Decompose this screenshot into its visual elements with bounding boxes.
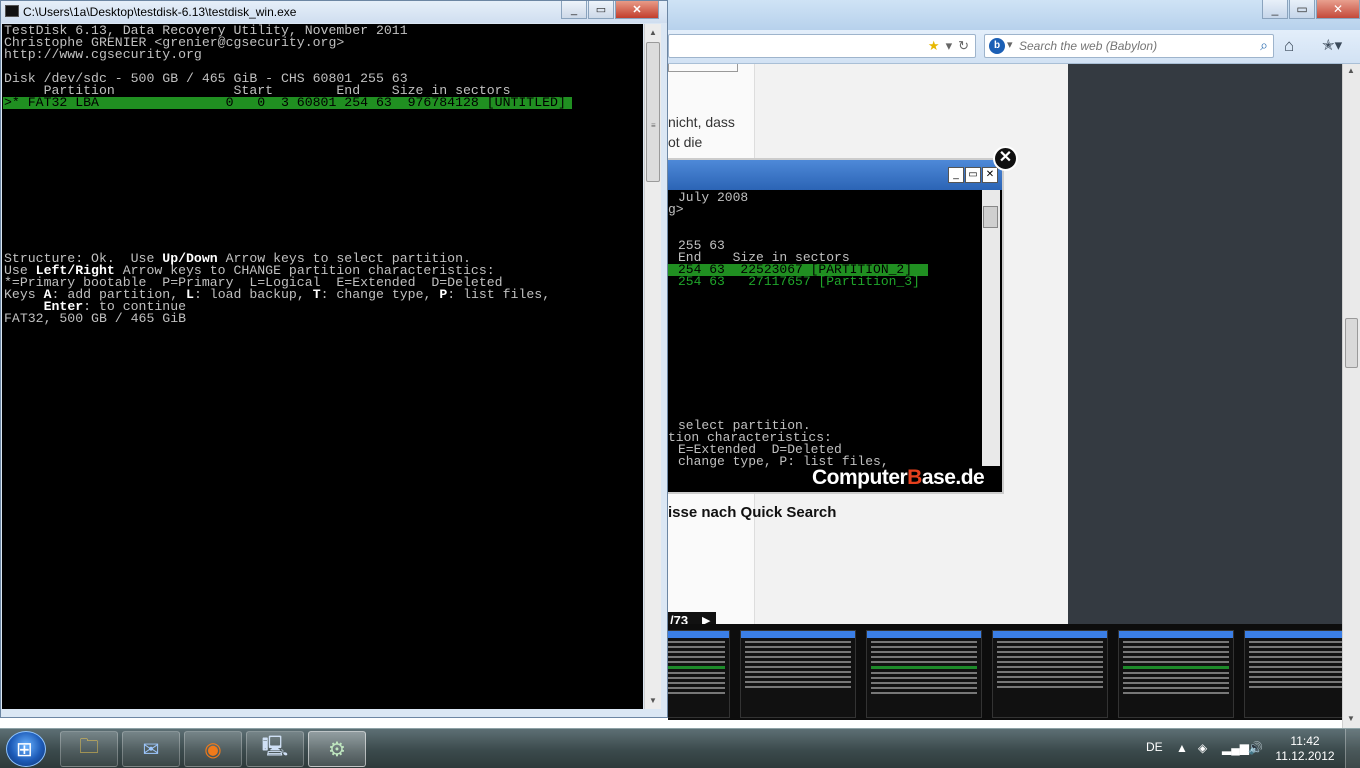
scrollbar-thumb[interactable] — [1345, 318, 1358, 368]
console-scrollbar[interactable]: ▲ ≡ ▼ — [644, 24, 661, 709]
image-text-line: g> — [668, 202, 684, 217]
minimize-button[interactable]: _ — [561, 1, 587, 19]
show-hidden-icons-icon[interactable]: ▲ — [1176, 741, 1188, 755]
minimize-icon: _ — [948, 167, 964, 183]
taskbar-explorer-button[interactable]: 🗀 — [60, 731, 118, 767]
volume-icon[interactable]: 🔊 — [1248, 741, 1263, 755]
url-bar[interactable]: ★ ▾ ↻ — [668, 34, 976, 58]
window-title: C:\Users\1a\Desktop\testdisk-6.13\testdi… — [23, 5, 297, 19]
image-text-line: July 2008 — [678, 190, 749, 205]
gallery-thumbnail[interactable] — [1118, 630, 1234, 718]
image-scrollbar — [982, 190, 1000, 466]
gallery-thumbnail[interactable] — [740, 630, 856, 718]
close-overlay-icon[interactable]: ✕ — [993, 146, 1018, 171]
scroll-up-arrow-icon[interactable]: ▲ — [1347, 66, 1355, 75]
taskbar-network-app-button[interactable]: 🖳 — [246, 731, 304, 767]
page-right-column — [1068, 64, 1342, 624]
reload-icon[interactable]: ↻ — [958, 38, 969, 54]
console-line: http://www.cgsecurity.org — [4, 47, 202, 62]
home-icon[interactable]: ⌂ — [1284, 36, 1294, 56]
thumbnail-strip — [668, 624, 1342, 720]
taskbar: 🗀 ✉ ◉ 🖳 ⚙ DE ▲ ◈ ▂▄▆ 🔊 11:4211.12.2012 — [0, 728, 1360, 768]
search-engine-icon[interactable]: b — [989, 38, 1005, 54]
image-text-line: 254 63 27117657 [Partition_3] — [678, 274, 920, 289]
clock[interactable]: 11:42 11.12.2012 — [1274, 734, 1336, 764]
partition-summary: FAT32, 500 GB / 465 GiB — [4, 311, 187, 326]
search-icon[interactable]: ⌕ — [1260, 37, 1268, 54]
page-text-fragment: ot die — [668, 134, 703, 150]
maximize-button[interactable]: ▭ — [1289, 0, 1315, 19]
page-box-fragment — [668, 64, 738, 72]
firefox-icon: ◉ — [204, 738, 222, 761]
gallery-thumbnail[interactable] — [1244, 630, 1342, 718]
console-window-controls: _ ▭ ✕ — [560, 1, 659, 19]
gallery-thumbnail[interactable] — [668, 630, 730, 718]
taskbar-firefox-button[interactable]: ◉ — [184, 731, 242, 767]
page-text-fragment: nicht, dass — [668, 114, 735, 130]
testdisk-icon: ⚙ — [328, 738, 346, 761]
explorer-icon: 🗀 — [79, 736, 99, 758]
minimize-button[interactable]: _ — [1262, 0, 1288, 19]
console-titlebar[interactable]: C:\Users\1a\Desktop\testdisk-6.13\testdi… — [1, 1, 667, 23]
taskbar-thunderbird-button[interactable]: ✉ — [122, 731, 180, 767]
gallery-thumbnail[interactable] — [866, 630, 982, 718]
firefox-window-controls: _ ▭ ✕ — [1261, 0, 1360, 19]
close-button[interactable]: ✕ — [1316, 0, 1360, 19]
taskbar-testdisk-button[interactable]: ⚙ — [308, 731, 366, 767]
console-app-icon[interactable] — [5, 5, 19, 17]
history-dropdown-icon[interactable]: ▾ — [946, 38, 953, 54]
search-bar[interactable]: b ▾ ⌕ — [984, 34, 1274, 58]
gallery-thumbnail[interactable] — [992, 630, 1108, 718]
search-input[interactable] — [1019, 37, 1239, 55]
computerbase-logo: ComputerBase.de — [812, 466, 985, 489]
scrollbar-thumb[interactable]: ≡ — [646, 42, 660, 182]
gallery-image-titlebar: _ ▭ ✕ — [668, 160, 1002, 190]
close-button[interactable]: ✕ — [615, 1, 659, 19]
gallery-image-console: July 2008 g> 255 63 End Size in sectors … — [668, 190, 1002, 494]
console-output[interactable]: TestDisk 6.13, Data Recovery Utility, No… — [2, 24, 643, 709]
chevron-down-icon[interactable]: ▾ — [1007, 38, 1013, 51]
network-app-icon: 🖳 — [261, 736, 289, 758]
testdisk-console-window: C:\Users\1a\Desktop\testdisk-6.13\testdi… — [0, 0, 668, 718]
gallery-image: _ ▭ ✕ July 2008 g> 255 63 End Size in se… — [668, 158, 1004, 494]
thunderbird-icon: ✉ — [142, 738, 160, 761]
language-indicator[interactable]: DE — [1146, 740, 1163, 754]
scroll-up-arrow-icon[interactable]: ▲ — [649, 28, 657, 37]
network-signal-icon[interactable]: ▂▄▆ — [1222, 741, 1249, 755]
scroll-down-arrow-icon[interactable]: ▼ — [649, 696, 657, 705]
bookmark-star-icon[interactable]: ★ — [928, 38, 940, 54]
page-scrollbar[interactable]: ▲ ▼ — [1342, 64, 1360, 728]
overlay-heading: isse nach Quick Search — [668, 504, 837, 521]
close-icon: ✕ — [982, 167, 998, 183]
maximize-button[interactable]: ▭ — [588, 1, 614, 19]
security-tray-icon[interactable]: ◈ — [1198, 741, 1207, 755]
partition-row-text: >* FAT32 LBA 0 0 3 60801 254 63 97678412… — [4, 95, 566, 110]
start-button[interactable] — [6, 731, 46, 767]
show-desktop-button[interactable] — [1345, 729, 1360, 768]
bookmarks-menu-icon[interactable]: ✭▾ — [1322, 36, 1342, 54]
scroll-down-arrow-icon[interactable]: ▼ — [1347, 714, 1355, 723]
maximize-icon: ▭ — [965, 167, 981, 183]
